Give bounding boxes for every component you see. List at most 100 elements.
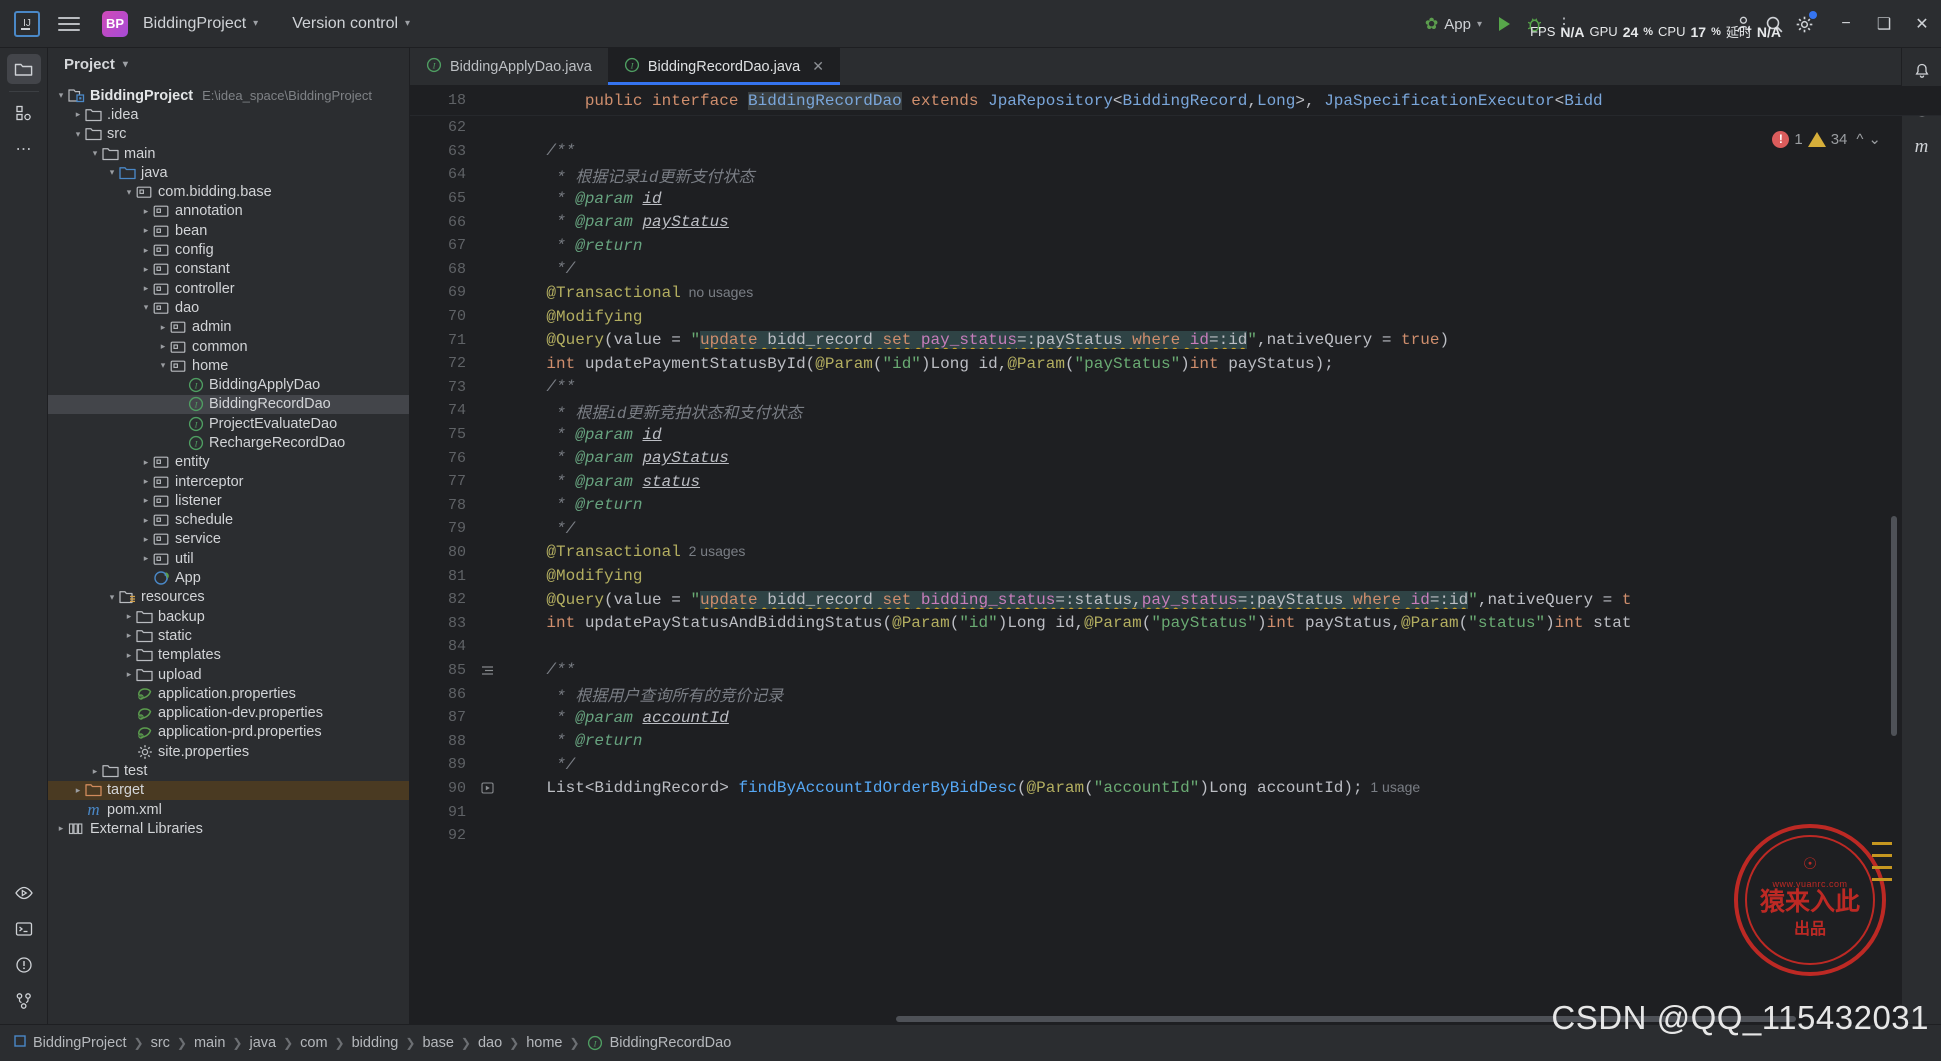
line-number[interactable]: 71 [410, 332, 466, 349]
chevron-right-icon[interactable]: ▸ [122, 669, 136, 680]
code-line[interactable]: 82 @Query(value = "update bidd_record se… [410, 588, 1941, 612]
previous-problem-icon[interactable]: ^ [1856, 131, 1863, 148]
tree-node-dao[interactable]: ▾ dao [48, 298, 409, 317]
breadcrumb-item-biddingproject[interactable]: BiddingProject [33, 1035, 127, 1051]
maven-icon[interactable]: m [1907, 132, 1937, 162]
line-number[interactable]: 79 [410, 520, 466, 537]
project-tree[interactable]: ▾ BiddingProject E:\idea_space\BiddingProj… [48, 80, 409, 1024]
run-tool-icon[interactable] [7, 878, 41, 908]
breadcrumb-item-java[interactable]: java [249, 1035, 276, 1051]
fold-marker-icon[interactable] [466, 665, 508, 676]
line-number[interactable]: 86 [410, 686, 466, 703]
code-line[interactable]: 84 [410, 635, 1941, 659]
chevron-down-icon[interactable]: ▾ [88, 148, 102, 159]
breadcrumb-item-bidding[interactable]: bidding [352, 1035, 399, 1051]
tree-node-static[interactable]: ▸ static [48, 626, 409, 645]
line-number[interactable]: 82 [410, 591, 466, 608]
code-line[interactable]: 79 */ [410, 517, 1941, 541]
project-tool-icon[interactable] [6, 54, 41, 84]
code-line[interactable]: 86 * 根据用户查询所有的竞价记录 [410, 682, 1941, 707]
chevron-down-icon[interactable]: ▾ [139, 302, 153, 313]
code-line[interactable]: 66 * @param payStatus [410, 210, 1941, 234]
tree-node-entity[interactable]: ▸ entity [48, 453, 409, 472]
chevron-right-icon[interactable]: ▸ [156, 322, 170, 333]
tree-node-application-properties[interactable]: application.properties [48, 684, 409, 703]
editor-tab-biddingrecorddao-java[interactable]: I BiddingRecordDao.java ✕ [607, 48, 841, 85]
code-line[interactable]: 65 * @param id [410, 187, 1941, 211]
tree-node-application-prd-properties[interactable]: application-prd.properties [48, 723, 409, 742]
breadcrumb-item-main[interactable]: main [194, 1035, 225, 1051]
line-number[interactable]: 83 [410, 615, 466, 632]
line-number[interactable]: 63 [410, 143, 466, 160]
notifications-icon[interactable] [1907, 56, 1937, 86]
code-line[interactable]: 90 List<BiddingRecord> findByAccountIdOr… [410, 777, 1941, 801]
chevron-down-icon[interactable]: ▾ [54, 90, 68, 101]
account-icon[interactable] [1729, 9, 1759, 39]
tree-node-main[interactable]: ▾ main [48, 144, 409, 163]
tree-node-rechargerecorddao[interactable]: I RechargeRecordDao [48, 433, 409, 452]
tree-node-src[interactable]: ▾ src [48, 125, 409, 144]
line-number[interactable]: 81 [410, 568, 466, 585]
chevron-right-icon[interactable]: ▸ [71, 785, 85, 796]
code-line[interactable]: 63 /** [410, 140, 1941, 164]
more-tool-windows-icon[interactable]: ⋯ [7, 134, 41, 164]
line-number[interactable]: 92 [410, 827, 466, 844]
inspection-widget[interactable]: ! 1 34 ^ ⌄ [1772, 130, 1881, 148]
tree-node-listener[interactable]: ▸ listener [48, 491, 409, 510]
chevron-right-icon[interactable]: ▸ [139, 457, 153, 468]
line-number[interactable]: 70 [410, 308, 466, 325]
close-icon[interactable]: ✕ [812, 58, 824, 75]
breadcrumb-item-dao[interactable]: dao [478, 1035, 502, 1051]
project-panel-header[interactable]: Project ▾ [48, 48, 409, 80]
version-control-dropdown[interactable]: Version control ▾ [286, 12, 416, 36]
run-configuration-selector[interactable]: ✿ App ▾ [1418, 11, 1489, 37]
chevron-right-icon[interactable]: ▸ [122, 630, 136, 641]
tree-node-projectevaluatedao[interactable]: I ProjectEvaluateDao [48, 414, 409, 433]
code-line[interactable]: 83 int updatePayStatusAndBiddingStatus(@… [410, 611, 1941, 635]
chevron-right-icon[interactable]: ▸ [139, 534, 153, 545]
next-problem-icon[interactable]: ⌄ [1868, 130, 1881, 148]
chevron-right-icon[interactable]: ▸ [54, 823, 68, 834]
line-number[interactable]: 84 [410, 638, 466, 655]
settings-gear-icon[interactable] [1789, 9, 1819, 39]
chevron-right-icon[interactable]: ▸ [139, 476, 153, 487]
tree-node-schedule[interactable]: ▸ schedule [48, 511, 409, 530]
chevron-right-icon[interactable]: ▸ [122, 611, 136, 622]
code-line[interactable]: 68 */ [410, 258, 1941, 282]
line-number[interactable]: 65 [410, 190, 466, 207]
code-line[interactable]: 78 * @return [410, 494, 1941, 518]
chevron-down-icon[interactable]: ▾ [71, 129, 85, 140]
line-number[interactable]: 69 [410, 284, 466, 301]
code-line[interactable]: 72 int updatePaymentStatusById(@Param("i… [410, 352, 1941, 376]
code-line[interactable]: 73 /** [410, 376, 1941, 400]
chevron-right-icon[interactable]: ▸ [139, 283, 153, 294]
line-number[interactable]: 88 [410, 733, 466, 750]
tree-node-biddingrecorddao[interactable]: I BiddingRecordDao [48, 394, 409, 415]
code-line[interactable]: 80 @Transactional 2 usages [410, 541, 1941, 565]
gutter-run-icon[interactable] [466, 782, 508, 794]
tree-node-external-libraries[interactable]: ▸ External Libraries [48, 819, 409, 838]
line-number[interactable]: 90 [410, 780, 466, 797]
tree-node-java[interactable]: ▾ java [48, 163, 409, 182]
breadcrumb-item-biddingrecorddao[interactable]: I BiddingRecordDao [587, 1035, 731, 1051]
editor-tab-biddingapplydao-java[interactable]: I BiddingApplyDao.java [410, 48, 608, 85]
close-button[interactable]: ✕ [1903, 4, 1941, 44]
maximize-button[interactable]: ❑ [1865, 4, 1903, 44]
search-icon[interactable] [1759, 9, 1789, 39]
tree-node-pom-xml[interactable]: m pom.xml [48, 800, 409, 819]
tree-node-application-dev-properties[interactable]: application-dev.properties [48, 704, 409, 723]
tree-node-controller[interactable]: ▸ controller [48, 279, 409, 298]
tree-node-service[interactable]: ▸ service [48, 530, 409, 549]
line-number[interactable]: 64 [410, 166, 466, 183]
hamburger-menu-icon[interactable] [58, 16, 80, 31]
code-line[interactable]: 88 * @return [410, 729, 1941, 753]
line-number[interactable]: 77 [410, 473, 466, 490]
chevron-down-icon[interactable]: ▾ [105, 592, 119, 603]
run-button[interactable] [1489, 9, 1519, 39]
tree-node-home[interactable]: ▾ home [48, 356, 409, 375]
line-number[interactable]: 85 [410, 662, 466, 679]
code-line[interactable]: 67 * @return [410, 234, 1941, 258]
code-line[interactable]: 71 @Query(value = "update bidd_record se… [410, 328, 1941, 352]
chevron-down-icon[interactable]: ▾ [156, 360, 170, 371]
chevron-right-icon[interactable]: ▸ [88, 766, 102, 777]
